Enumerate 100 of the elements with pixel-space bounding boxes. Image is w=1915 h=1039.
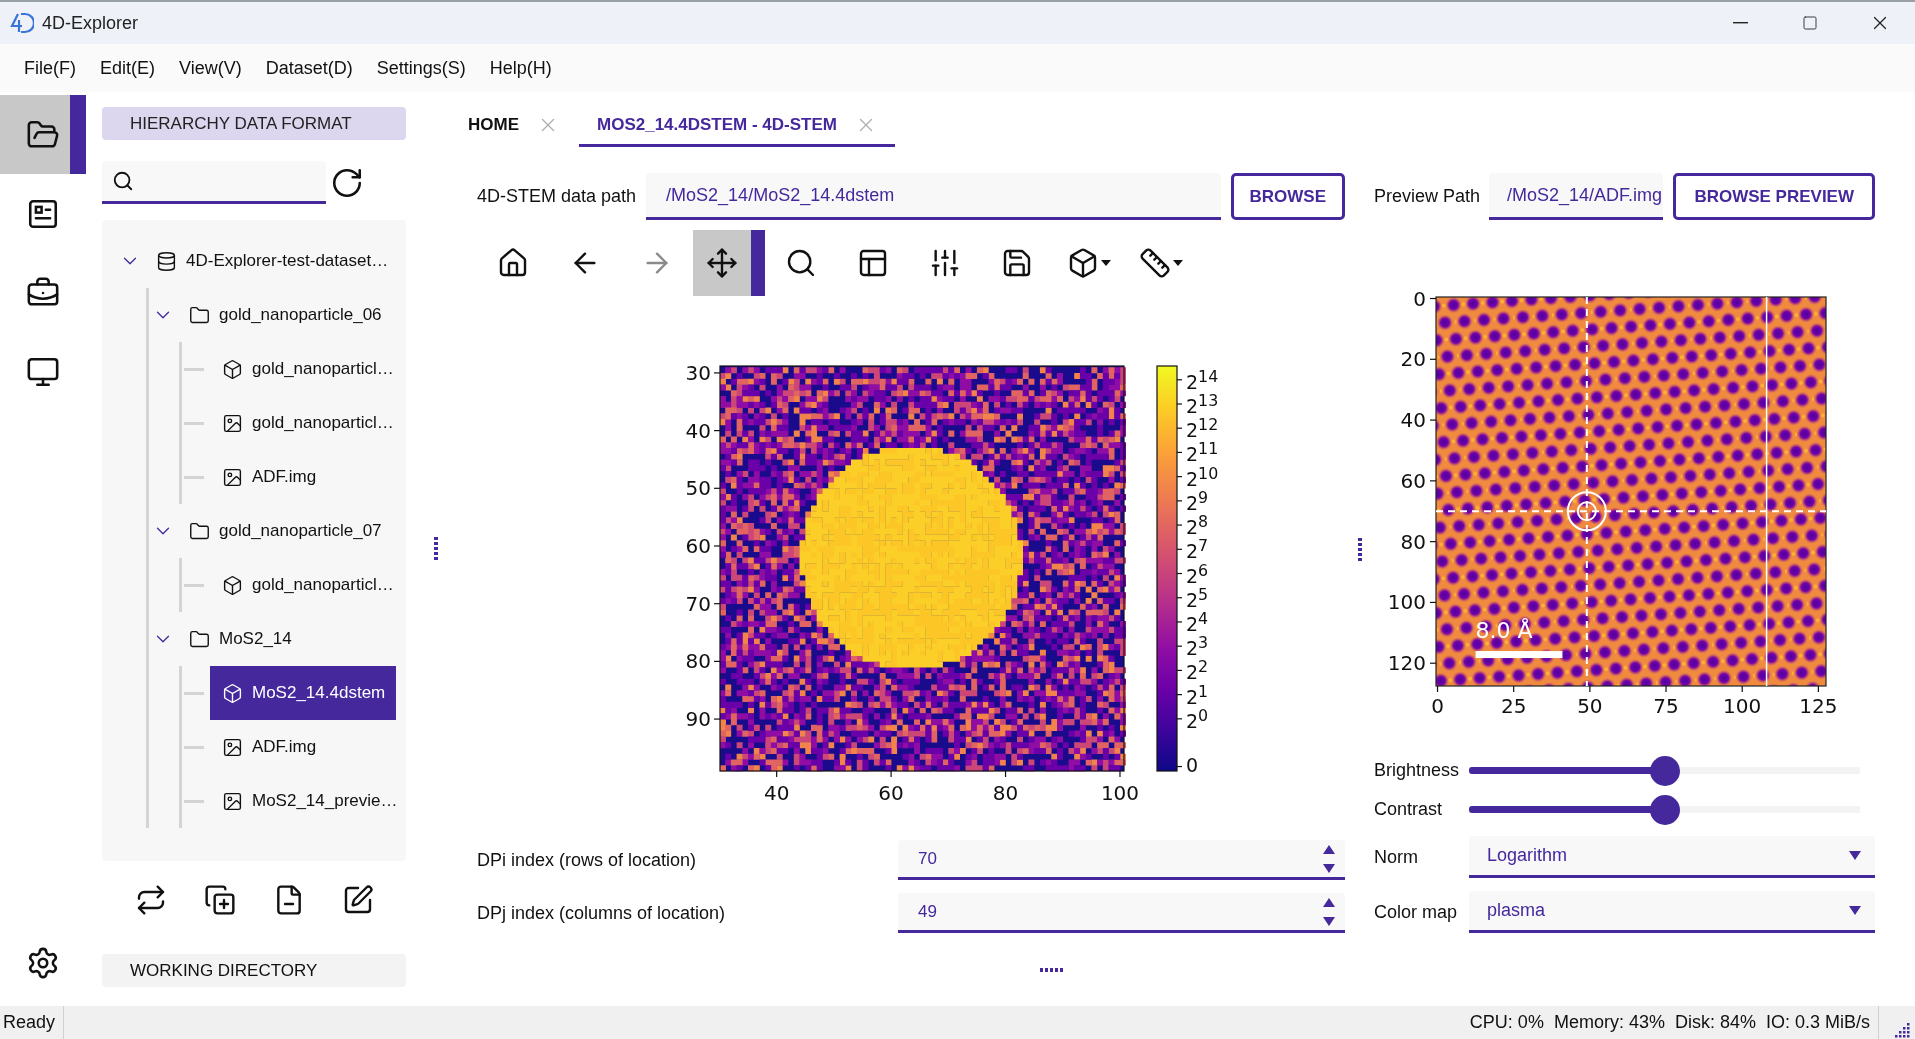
tree-item[interactable]: ADF.img bbox=[210, 720, 396, 774]
minimize-icon bbox=[1732, 22, 1748, 24]
dropdown-arrow-icon bbox=[1849, 851, 1861, 860]
path-field[interactable]: /MoS2_14/MoS2_14.4dstem bbox=[646, 173, 1221, 220]
target-marker[interactable] bbox=[1566, 491, 1607, 532]
spin-up-icon[interactable] bbox=[1323, 844, 1335, 854]
colorbar-tick-label: 2$^{8}$ bbox=[1186, 514, 1209, 538]
dropdown-arrow-icon bbox=[1849, 906, 1861, 915]
tree-item[interactable]: MoS2_14 bbox=[177, 612, 396, 666]
spin-down-icon[interactable] bbox=[1323, 916, 1335, 926]
tree-item[interactable]: gold_nanoparticl… bbox=[210, 342, 396, 396]
image-icon bbox=[222, 736, 243, 758]
axis-tick-label: 50 bbox=[1577, 696, 1603, 716]
tree-item[interactable]: gold_nanoparticle_06 bbox=[177, 288, 396, 342]
folder-icon bbox=[189, 628, 210, 650]
axis-tick-label: 40 bbox=[763, 783, 790, 803]
browse-button[interactable]: BROWSE bbox=[1230, 173, 1345, 220]
field-label: Preview Path bbox=[1374, 186, 1479, 207]
layout-icon bbox=[857, 247, 889, 279]
field-label: 4D-STEM data path bbox=[476, 186, 637, 207]
dropdown-field[interactable]: Logarithm bbox=[1469, 836, 1875, 878]
axis-tick-label: 75 bbox=[1653, 696, 1679, 716]
axis-tick-label: 80 bbox=[685, 651, 711, 672]
image-icon bbox=[222, 466, 243, 488]
number-field[interactable]: 70 bbox=[898, 840, 1345, 880]
colorbar-tick-label: 0 bbox=[1186, 755, 1199, 775]
activity-bar-button[interactable] bbox=[0, 95, 86, 174]
menu-item[interactable]: View(V) bbox=[167, 48, 254, 88]
axis-tick-label: 120 bbox=[1387, 653, 1426, 674]
colorbar-tick-label: 2$^{3}$ bbox=[1186, 635, 1209, 659]
home-icon bbox=[497, 247, 529, 279]
tree-item[interactable]: ADF.img bbox=[210, 450, 396, 504]
colorbar-tick-label: 2$^{2}$ bbox=[1186, 659, 1209, 683]
save-icon bbox=[1001, 247, 1033, 279]
search-field[interactable] bbox=[102, 161, 326, 204]
axis-tick-label: 60 bbox=[878, 783, 904, 803]
status-stat: Disk: 84% bbox=[1674, 1012, 1756, 1033]
colorbar-tick-label: 2$^{13}$ bbox=[1186, 393, 1219, 417]
cube-icon bbox=[222, 358, 243, 380]
tree-item[interactable]: MoS2_14.4dstem bbox=[210, 666, 396, 720]
folder-icon bbox=[189, 520, 210, 542]
menu-item[interactable]: Dataset(D) bbox=[253, 48, 365, 88]
search-icon bbox=[785, 247, 817, 279]
colorbar-tick-label: 2$^{11}$ bbox=[1186, 441, 1219, 465]
search-icon bbox=[112, 170, 134, 192]
colorbar-tick-label: 2$^{9}$ bbox=[1186, 489, 1209, 514]
axis-tick-label: 0 bbox=[1431, 696, 1444, 716]
splitter-handle[interactable] bbox=[1038, 967, 1065, 972]
axis-tick-label: 60 bbox=[685, 536, 711, 556]
image-icon bbox=[222, 412, 243, 434]
axis-tick-label: 40 bbox=[1400, 410, 1426, 431]
colorbar-tick-label: 2$^{1}$ bbox=[1186, 683, 1209, 707]
move-icon bbox=[706, 247, 738, 279]
menu-item[interactable]: File(F) bbox=[12, 48, 88, 88]
axis-tick-label: 20 bbox=[1400, 349, 1426, 370]
maximize-icon bbox=[1802, 15, 1818, 31]
tree-item[interactable]: gold_nanoparticl… bbox=[210, 558, 396, 612]
colorbar-tick-label: 2$^{10}$ bbox=[1186, 465, 1219, 489]
tree-item[interactable]: 4D-Explorer-test-dataset… bbox=[144, 234, 396, 288]
slider-thumb[interactable] bbox=[1649, 755, 1680, 786]
tab[interactable]: MOS2_14.4DSTEM - 4D-STEM bbox=[579, 105, 895, 147]
copy-plus-icon bbox=[203, 884, 236, 916]
spin-down-icon[interactable] bbox=[1323, 863, 1335, 873]
tab[interactable]: HOME bbox=[468, 105, 559, 147]
folder-icon bbox=[189, 304, 210, 326]
status-message: Ready bbox=[0, 1006, 65, 1039]
scale-bar-label: 8.0 Å bbox=[1475, 620, 1533, 643]
menu-item[interactable]: Edit(E) bbox=[88, 48, 167, 88]
axis-tick-label: 90 bbox=[685, 709, 711, 730]
colorbar-tick-label: 2$^{12}$ bbox=[1186, 417, 1219, 441]
colorbar-tick-label: 2$^{14}$ bbox=[1186, 368, 1219, 393]
axis-tick-label: 50 bbox=[685, 478, 711, 499]
database-icon bbox=[156, 250, 177, 272]
spin-up-icon[interactable] bbox=[1323, 897, 1335, 907]
toolbar-button[interactable] bbox=[693, 230, 765, 296]
browse-preview-button[interactable]: BROWSE PREVIEW bbox=[1673, 173, 1875, 220]
status-stat: IO: 0.3 MiB/s bbox=[1765, 1012, 1870, 1033]
path-field[interactable]: /MoS2_14/ADF.img bbox=[1489, 173, 1664, 220]
panel-header: HIERARCHY DATA FORMAT bbox=[102, 107, 406, 140]
number-field[interactable]: 49 bbox=[898, 893, 1345, 933]
axis-tick-label: 30 bbox=[685, 362, 711, 383]
tree-item[interactable]: MoS2_14_previe… bbox=[210, 774, 398, 828]
menu-item[interactable]: Settings(S) bbox=[364, 48, 478, 88]
window-title: 4D-Explorer bbox=[42, 12, 140, 34]
splitter-handle[interactable] bbox=[1357, 536, 1362, 563]
axis-tick-label: 80 bbox=[1400, 531, 1426, 552]
dropdown-field[interactable]: plasma bbox=[1469, 891, 1875, 933]
axis-tick-label: 40 bbox=[685, 420, 711, 441]
tree-item[interactable]: gold_nanoparticl… bbox=[210, 396, 396, 450]
panel-footer: WORKING DIRECTORY bbox=[102, 954, 406, 987]
menu-item[interactable]: Help(H) bbox=[477, 48, 564, 88]
slider-thumb[interactable] bbox=[1649, 794, 1680, 825]
tree-item[interactable]: gold_nanoparticle_07 bbox=[177, 504, 396, 558]
splitter-handle[interactable] bbox=[434, 536, 438, 562]
cube-icon bbox=[222, 682, 243, 704]
field-label: Color map bbox=[1374, 901, 1459, 923]
status-stat: CPU: 0% bbox=[1469, 1012, 1544, 1033]
image-icon bbox=[222, 790, 243, 812]
colorbar-tick-label: 2$^{6}$ bbox=[1186, 562, 1209, 586]
axis-tick-label: 100 bbox=[1100, 783, 1140, 803]
